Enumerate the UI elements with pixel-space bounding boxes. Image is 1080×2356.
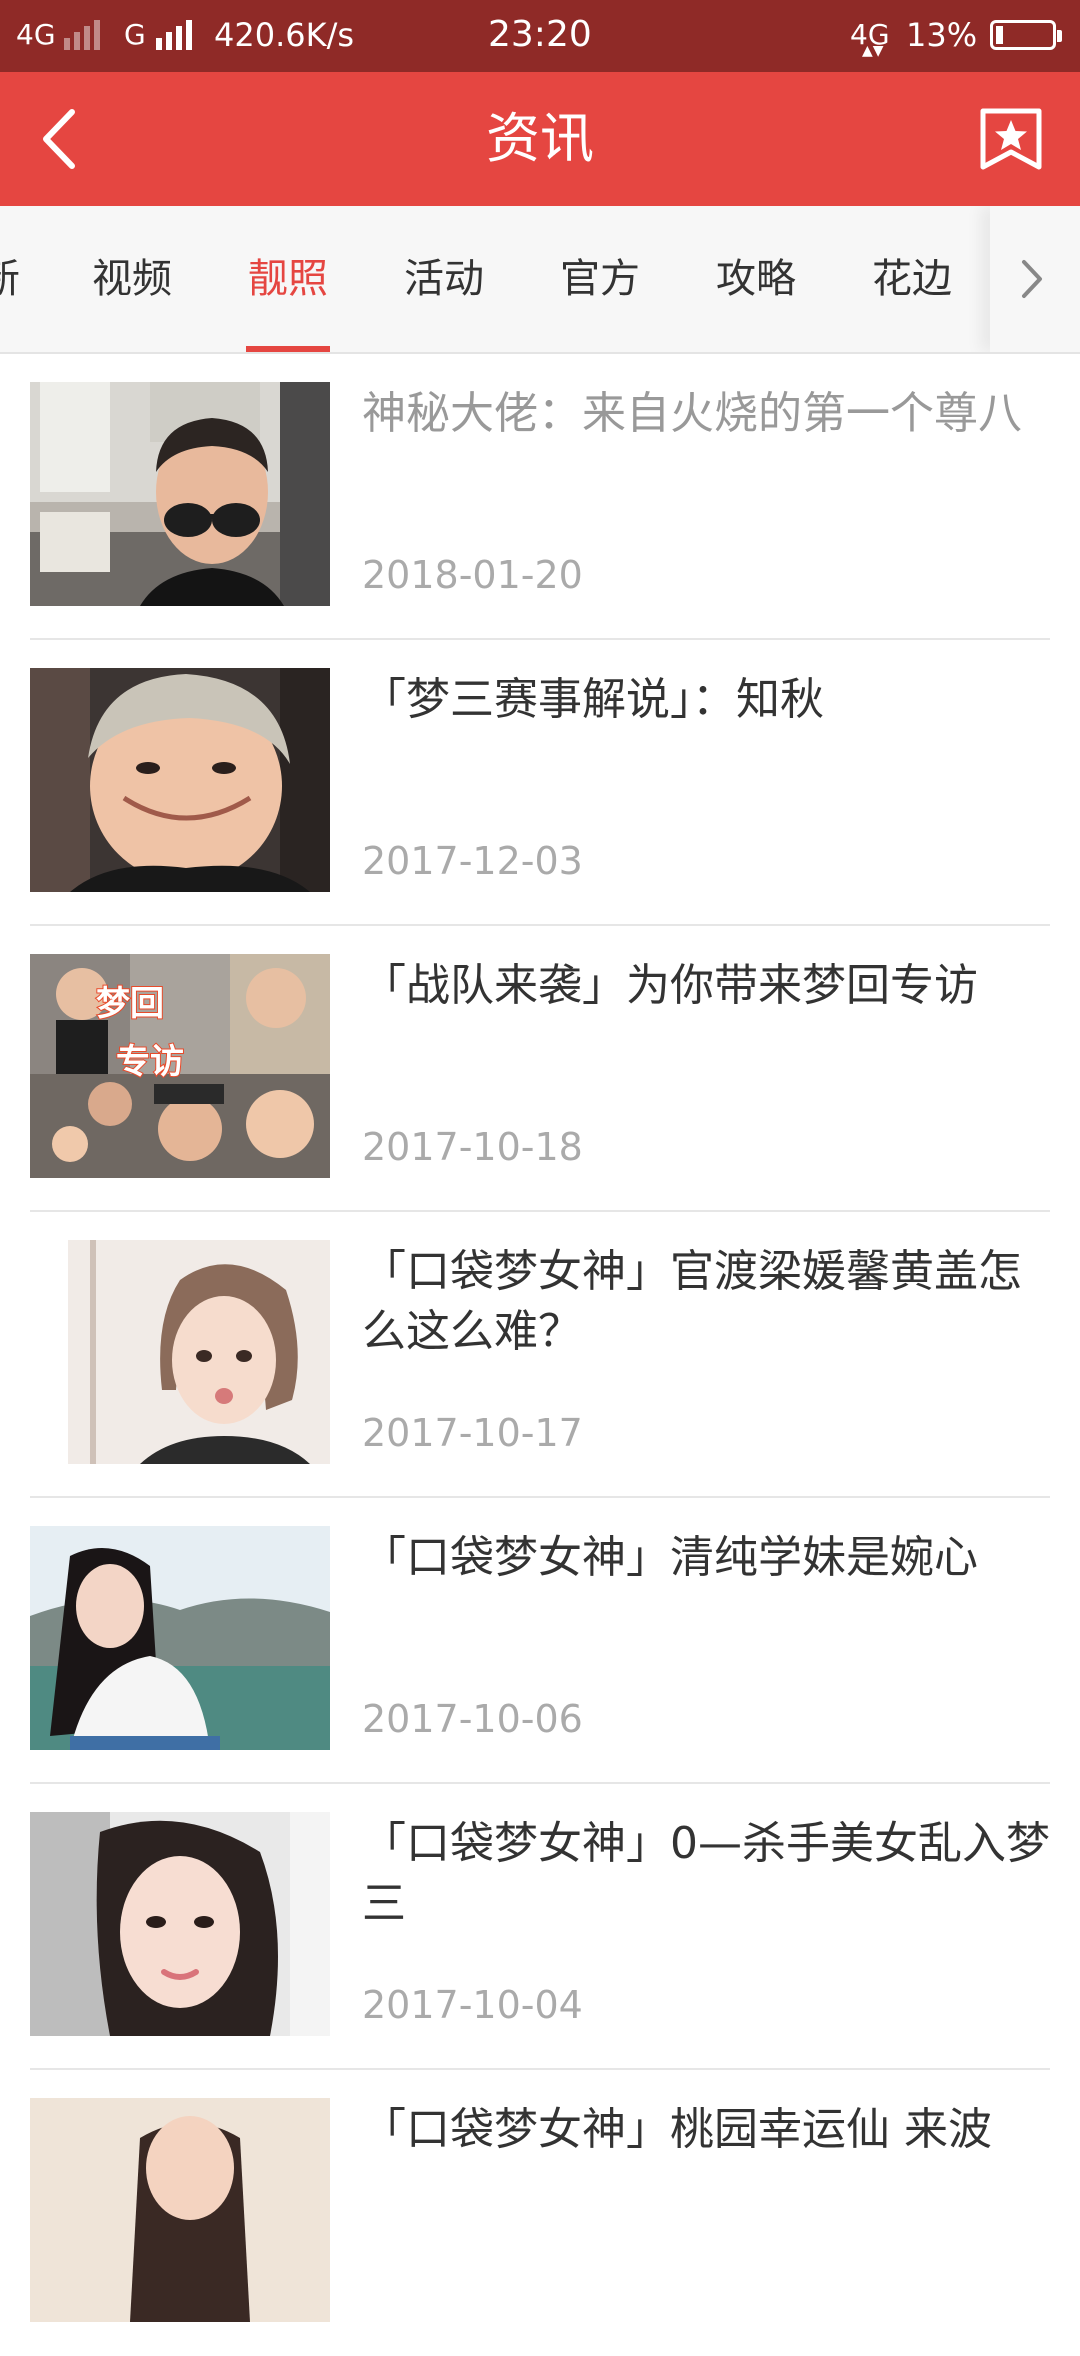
tab-events[interactable]: 活动 xyxy=(402,206,486,352)
news-thumbnail xyxy=(30,1812,330,2036)
star-bookmark-icon xyxy=(980,108,1042,170)
signal-strength-2-icon xyxy=(156,18,192,50)
clock: 23:20 xyxy=(488,14,592,55)
status-bar: 4G G 420.6K/s 23:20 4G ▲▼ 13% xyxy=(0,0,1080,72)
news-thumbnail xyxy=(30,2098,330,2322)
news-thumbnail: 梦回 专访 xyxy=(30,954,330,1178)
news-title: 「口袋梦女神」0—杀手美女乱入梦三 xyxy=(362,1818,1050,1929)
news-date: 2018-01-20 xyxy=(362,553,583,597)
bookmark-button[interactable] xyxy=(978,106,1044,172)
tab-official[interactable]: 官方 xyxy=(558,206,642,352)
news-thumbnail xyxy=(30,382,330,606)
data-activity-icon: ▲▼ xyxy=(862,43,884,59)
thumbnail-text: 梦回 xyxy=(95,983,165,1025)
news-thumbnail xyxy=(30,668,330,892)
tab-news[interactable]: 新 xyxy=(0,206,20,352)
news-item[interactable]: 「口袋梦女神」清纯学妹是婉心 2017-10-06 xyxy=(30,1498,1050,1784)
news-item[interactable]: 「梦三赛事解说」：知秋 2017-12-03 xyxy=(30,640,1050,926)
news-title: 「梦三赛事解说」：知秋 xyxy=(362,674,824,725)
news-item[interactable]: 「口袋梦女神」官渡梁媛馨黄盖怎么这么难？ 2017-10-17 xyxy=(30,1212,1050,1498)
news-date: 2017-12-03 xyxy=(362,839,583,883)
news-title: 「口袋梦女神」桃园幸运仙 来波 xyxy=(362,2104,992,2155)
network-type-2: G xyxy=(124,18,146,51)
category-tabs: 新 视频 靓照 活动 官方 攻略 花边 xyxy=(0,206,1080,354)
app-header: 资讯 xyxy=(0,72,1080,206)
news-title: 「口袋梦女神」清纯学妹是婉心 xyxy=(362,1532,978,1583)
signal-strength-1-icon xyxy=(64,18,100,50)
tab-gossip[interactable]: 花边 xyxy=(870,206,954,352)
news-title: 神秘大佬：来自火烧的第一个尊八 xyxy=(362,388,1022,439)
tab-photos[interactable]: 靓照 xyxy=(246,206,330,352)
battery-percent: 13% xyxy=(906,16,978,54)
news-item[interactable]: 「口袋梦女神」0—杀手美女乱入梦三 2017-10-04 xyxy=(30,1784,1050,2070)
news-date: 2017-10-18 xyxy=(362,1125,583,1169)
network-speed: 420.6K/s xyxy=(214,16,355,54)
thumbnail-text: 专访 xyxy=(115,1041,185,1083)
news-item[interactable]: 梦回 专访 「战队来袭」为你带来梦回专访 2017-10-18 xyxy=(30,926,1050,1212)
news-date: 2017-10-06 xyxy=(362,1697,583,1741)
active-tab-indicator xyxy=(246,346,330,352)
news-title: 「口袋梦女神」官渡梁媛馨黄盖怎么这么难？ xyxy=(362,1246,1022,1357)
news-title: 「战队来袭」为你带来梦回专访 xyxy=(362,960,978,1011)
tab-guides[interactable]: 攻略 xyxy=(714,206,798,352)
news-thumbnail xyxy=(30,1240,330,1464)
page-title: 资讯 xyxy=(486,107,594,170)
network-type-1: 4G xyxy=(16,18,56,51)
battery-icon xyxy=(990,20,1062,50)
news-item[interactable]: 神秘大佬：来自火烧的第一个尊八 2018-01-20 xyxy=(30,354,1050,640)
more-tabs-button[interactable] xyxy=(990,206,1080,352)
tab-video[interactable]: 视频 xyxy=(80,206,184,352)
news-date: 2017-10-04 xyxy=(362,1983,583,2027)
news-item[interactable]: 「口袋梦女神」桃园幸运仙 来波 xyxy=(30,2070,1050,2356)
chevron-right-icon xyxy=(1022,260,1042,298)
news-thumbnail xyxy=(30,1526,330,1750)
news-date: 2017-10-17 xyxy=(362,1411,583,1455)
